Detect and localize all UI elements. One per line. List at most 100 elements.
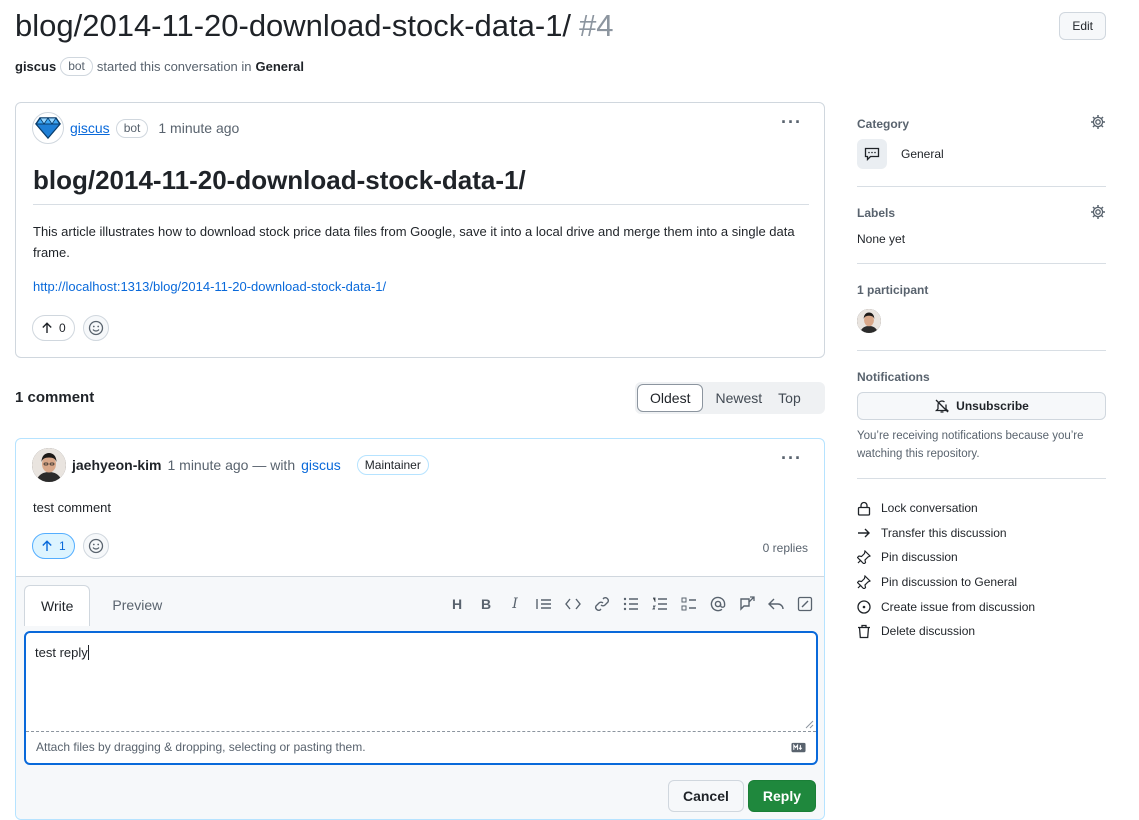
- pin-icon: [857, 550, 871, 565]
- gear-icon[interactable]: [1090, 114, 1106, 130]
- quote-icon[interactable]: [535, 595, 553, 613]
- sidebar-participants: 1 participant: [857, 264, 1106, 351]
- speech-bubble-icon: [857, 139, 887, 169]
- sidebar: Category General Labels None yet 1 parti…: [857, 102, 1106, 644]
- pin-icon: [857, 575, 871, 590]
- smiley-icon: [88, 538, 103, 554]
- reply-actions: Cancel Reply: [667, 780, 816, 812]
- post-time[interactable]: 1 minute ago: [158, 120, 239, 136]
- unordered-list-icon[interactable]: [622, 595, 640, 613]
- discussion-number: #4: [579, 8, 614, 43]
- italic-icon[interactable]: I: [506, 595, 524, 613]
- bell-slash-icon: [935, 399, 950, 413]
- editor-tabs: Write Preview: [24, 585, 178, 626]
- arrow-up-icon: [42, 322, 52, 333]
- avatar[interactable]: [32, 448, 66, 482]
- ordered-list-icon[interactable]: [651, 595, 669, 613]
- header-category[interactable]: General: [256, 59, 304, 74]
- lock-icon: [857, 501, 871, 516]
- post-upvote-count: 0: [59, 321, 66, 335]
- unsubscribe-label: Unsubscribe: [956, 399, 1029, 413]
- heading-icon[interactable]: H: [448, 595, 466, 613]
- post-upvote-button[interactable]: 0: [32, 315, 75, 341]
- post-bot-badge: bot: [115, 118, 149, 138]
- task-list-icon[interactable]: [680, 595, 698, 613]
- comment-author[interactable]: jaehyeon-kim: [72, 457, 161, 473]
- reply-button[interactable]: Reply: [747, 780, 816, 812]
- category-name: General: [901, 147, 944, 161]
- reply-form: Write Preview H B I test reply Attach fi…: [16, 576, 824, 819]
- comment: jaehyeon-kim 1 minute ago — with giscus …: [15, 438, 825, 820]
- smiley-icon: [88, 320, 103, 336]
- bot-badge: bot: [60, 57, 93, 76]
- issue-opened-icon: [857, 600, 871, 614]
- discussion-post: giscus bot 1 minute ago ··· blog/2014-11…: [15, 102, 825, 358]
- gem-icon: [35, 117, 61, 139]
- notifications-heading: Notifications: [857, 370, 930, 384]
- comment-add-reaction-button[interactable]: [82, 533, 109, 559]
- reply-textarea[interactable]: test reply: [35, 645, 89, 660]
- code-icon[interactable]: [564, 595, 582, 613]
- bold-icon[interactable]: B: [477, 595, 495, 613]
- resize-handle-icon[interactable]: [804, 719, 814, 729]
- comment-reactions: 1: [32, 533, 109, 559]
- create-issue-action[interactable]: Create issue from discussion: [857, 594, 1106, 619]
- trash-icon: [858, 624, 870, 638]
- discussion-meta: giscus bot started this conversation in …: [15, 57, 1106, 76]
- arrow-up-icon: [42, 540, 52, 551]
- sort-oldest-tab[interactable]: Oldest: [637, 384, 704, 412]
- sidebar-category: Category General: [857, 102, 1106, 187]
- slash-command-icon[interactable]: [796, 595, 814, 613]
- sidebar-labels: Labels None yet: [857, 187, 1106, 264]
- comment-time[interactable]: 1 minute ago — with: [167, 457, 295, 473]
- attach-hint: Attach files by dragging & dropping, sel…: [36, 740, 366, 754]
- page-header: blog/2014-11-20-download-stock-data-1/ #…: [15, 8, 1106, 76]
- post-add-reaction-button[interactable]: [82, 315, 109, 341]
- started-text: started this conversation in: [96, 59, 252, 74]
- edit-button[interactable]: Edit: [1059, 12, 1106, 40]
- markdown-icon: [791, 742, 806, 753]
- reply-editor[interactable]: test reply Attach files by dragging & dr…: [24, 631, 818, 765]
- post-header: giscus bot 1 minute ago: [32, 112, 239, 144]
- person-avatar-icon: [857, 309, 881, 333]
- header-author[interactable]: giscus: [15, 59, 56, 74]
- post-title: blog/2014-11-20-download-stock-data-1/: [33, 165, 809, 205]
- comment-via-link[interactable]: giscus: [301, 457, 341, 473]
- post-menu-button[interactable]: ···: [781, 112, 802, 133]
- comment-menu-button[interactable]: ···: [781, 448, 802, 469]
- tab-preview[interactable]: Preview: [96, 585, 178, 625]
- cross-reference-icon[interactable]: [738, 595, 756, 613]
- delete-discussion-action[interactable]: Delete discussion: [857, 619, 1106, 644]
- post-link[interactable]: http://localhost:1313/blog/2014-11-20-do…: [33, 279, 386, 294]
- link-icon[interactable]: [593, 595, 611, 613]
- sort-top-tab[interactable]: Top: [770, 384, 809, 412]
- tab-write[interactable]: Write: [24, 585, 91, 626]
- participant-avatar[interactable]: [857, 309, 881, 333]
- sidebar-notifications: Notifications Unsubscribe You’re receivi…: [857, 351, 1106, 479]
- post-body: This article illustrates how to download…: [33, 224, 795, 260]
- unsubscribe-button[interactable]: Unsubscribe: [857, 392, 1106, 420]
- sort-newest-tab[interactable]: Newest: [707, 384, 770, 412]
- category-heading: Category: [857, 117, 910, 131]
- reply-icon[interactable]: [767, 595, 785, 613]
- giscus-avatar[interactable]: [32, 112, 64, 144]
- comments-count: 1 comment: [15, 389, 95, 406]
- comment-upvote-button[interactable]: 1: [32, 533, 75, 559]
- post-author-link[interactable]: giscus: [70, 120, 110, 136]
- category-item[interactable]: General: [857, 139, 1106, 169]
- pin-discussion-to-general-action[interactable]: Pin discussion to General: [857, 570, 1106, 595]
- post-reactions: 0: [32, 315, 109, 341]
- comment-body: test comment: [33, 500, 112, 515]
- cancel-button[interactable]: Cancel: [667, 780, 744, 812]
- attach-files-bar[interactable]: Attach files by dragging & dropping, sel…: [26, 731, 816, 763]
- arrow-right-icon: [858, 528, 870, 538]
- person-avatar-icon: [32, 448, 66, 482]
- markdown-toolbar: H B I: [448, 595, 814, 613]
- transfer-discussion-action[interactable]: Transfer this discussion: [857, 521, 1106, 546]
- pin-discussion-action[interactable]: Pin discussion: [857, 545, 1106, 570]
- gear-icon[interactable]: [1090, 204, 1106, 220]
- comment-upvote-count: 1: [59, 539, 66, 553]
- replies-count: 0 replies: [762, 541, 808, 555]
- lock-conversation-action[interactable]: Lock conversation: [857, 496, 1106, 521]
- mention-icon[interactable]: [709, 595, 727, 613]
